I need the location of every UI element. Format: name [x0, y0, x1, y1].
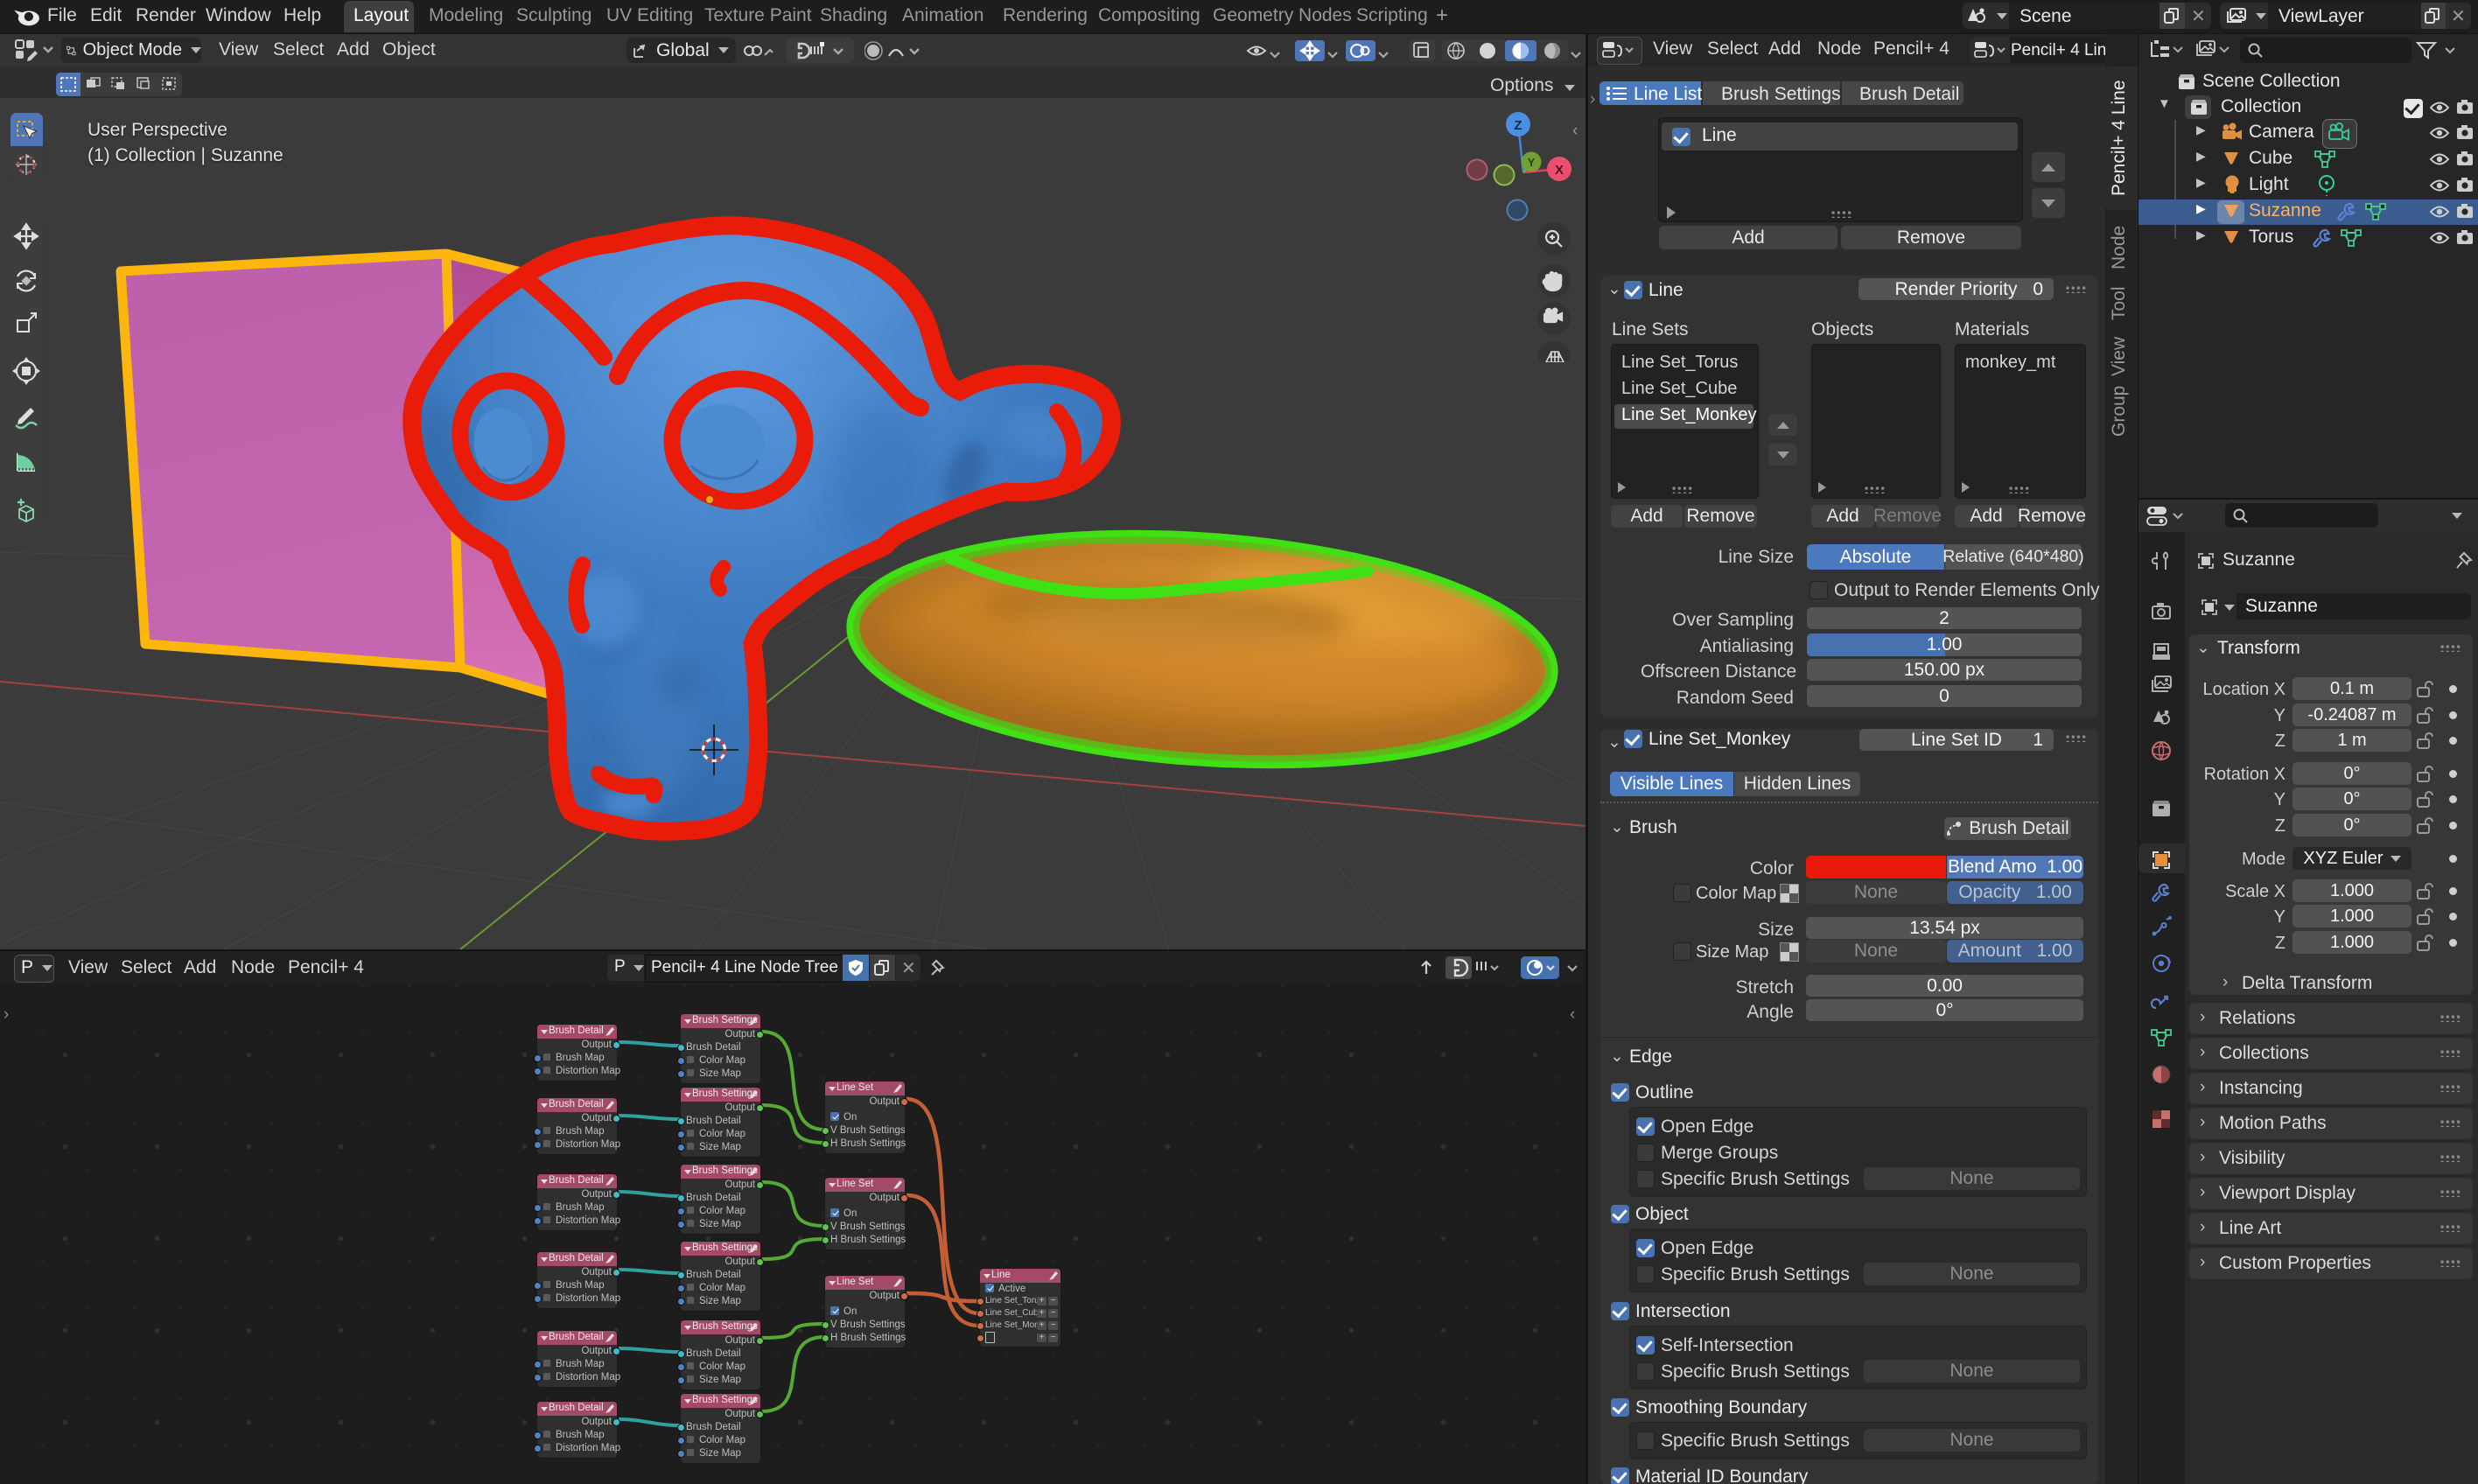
svg-text:Z: Z: [1514, 118, 1522, 133]
svg-text:X: X: [1555, 163, 1564, 178]
svg-text:Y: Y: [1528, 156, 1536, 169]
